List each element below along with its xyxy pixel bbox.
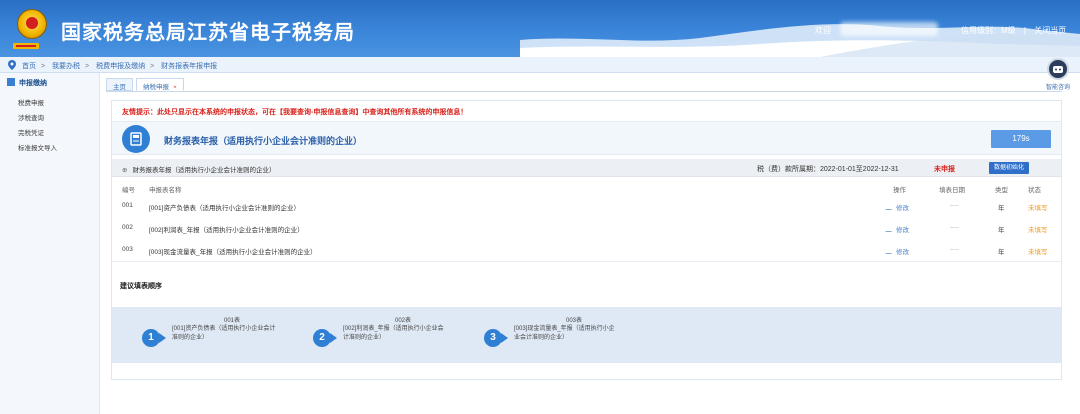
col-header-date: 填表日期 bbox=[939, 187, 965, 194]
col-header-name: 申报表名称 bbox=[149, 187, 182, 194]
tab-underline bbox=[106, 91, 1062, 92]
site-title: 国家税务总局江苏省电子税务局 bbox=[61, 22, 355, 44]
step-text: [002]利润表_年报（适用执行小企业会计准则的企业） bbox=[343, 326, 444, 341]
data-init-button[interactable]: 数据初始化 bbox=[989, 162, 1029, 174]
sidebar-item-tax-certificate[interactable]: 完税凭证 bbox=[18, 127, 44, 137]
arrow-right-icon bbox=[501, 333, 508, 343]
col-header-status: 状态 bbox=[1028, 187, 1041, 194]
edit-icon bbox=[885, 248, 895, 254]
row-form-name[interactable]: [002]利润表_年报（适用执行小企业会计准则的企业） bbox=[149, 224, 304, 234]
row-form-name[interactable]: [001]资产负债表（适用执行小企业会计准则的企业） bbox=[149, 202, 300, 212]
link-separator: | bbox=[1023, 26, 1026, 35]
section-name[interactable]: ⊕ 财务报表年报（适用执行小企业会计准则的企业） bbox=[122, 164, 275, 174]
calculator-icon bbox=[122, 125, 150, 153]
order-step[interactable]: 1 001表 [001]资产负债表（适用执行小企业会计准则的企业） bbox=[142, 307, 312, 363]
location-pin-icon bbox=[8, 60, 16, 70]
section-divider bbox=[112, 261, 1061, 262]
breadcrumb-home[interactable]: 首页 bbox=[22, 63, 36, 70]
step-code: 003表 bbox=[565, 318, 582, 324]
sidebar-heading[interactable]: 申报缴纳 bbox=[7, 78, 47, 88]
step-number: 1 bbox=[142, 329, 160, 347]
breadcrumb-tax-handling[interactable]: 我要办税 bbox=[52, 63, 80, 70]
close-tab-icon[interactable]: × bbox=[173, 84, 177, 91]
fill-order-band: 1 001表 [001]资产负债表（适用执行小企业会计准则的企业） 2 002表… bbox=[112, 307, 1061, 363]
arrow-right-icon bbox=[159, 333, 166, 343]
row-date: ---- bbox=[950, 202, 959, 209]
notice-banner: 友情提示：此处只显示在本系统的申报状态，可在【我要查询-申报信息查询】中查询其他… bbox=[122, 109, 468, 116]
row-date: ---- bbox=[950, 224, 959, 231]
table-row: 003 [003]现金流量表_年报（适用执行小企业会计准则的企业） 修改 ---… bbox=[112, 240, 1061, 262]
edit-icon bbox=[885, 204, 895, 210]
step-number: 2 bbox=[313, 329, 331, 347]
tax-period: 税（费）款所属期：2022-01-01至2022-12-31 bbox=[757, 166, 899, 173]
breadcrumb-tax-filing[interactable]: 税费申报及缴纳 bbox=[96, 63, 145, 70]
edit-icon bbox=[885, 226, 895, 232]
report-status: 未申报 bbox=[934, 166, 955, 173]
edit-button[interactable]: 修改 bbox=[885, 224, 909, 234]
countdown-timer: 179s bbox=[991, 130, 1051, 148]
smart-consult-label: 智能咨询 bbox=[1045, 85, 1070, 91]
edit-button[interactable]: 修改 bbox=[885, 246, 909, 256]
breadcrumb: 首页 > 我要办税 > 税费申报及缴纳 > 财务报表年报申报 bbox=[22, 63, 218, 70]
sidebar-item-tax-filing[interactable]: 税费申报 bbox=[18, 97, 44, 107]
sidebar: 申报缴纳 税费申报 涉税查询 完税凭证 标准报文导入 bbox=[0, 73, 100, 414]
row-no: 003 bbox=[122, 246, 133, 253]
row-type: 年 bbox=[998, 227, 1005, 234]
step-number: 3 bbox=[484, 329, 502, 347]
col-header-no: 编号 bbox=[122, 187, 135, 194]
site-header: 国家税务总局江苏省电子税务局 欢迎 信用级别：M级 | 关闭当页 bbox=[0, 0, 1080, 57]
tab-tax-filing[interactable]: 纳税申报 × bbox=[136, 78, 184, 91]
row-date: ---- bbox=[950, 246, 959, 253]
robot-icon bbox=[1047, 58, 1069, 80]
table-row: 002 [002]利润表_年报（适用执行小企业会计准则的企业） 修改 ---- … bbox=[112, 218, 1061, 240]
section-bar: ⊕ 财务报表年报（适用执行小企业会计准则的企业） 税（费）款所属期：2022-01… bbox=[112, 159, 1061, 177]
welcome-text: 欢迎 bbox=[815, 26, 831, 35]
step-code: 002表 bbox=[394, 318, 411, 324]
row-status: 未填写 bbox=[1028, 249, 1048, 256]
row-status: 未填写 bbox=[1028, 205, 1048, 212]
row-no: 002 bbox=[122, 224, 133, 231]
row-form-name[interactable]: [003]现金流量表_年报（适用执行小企业会计准则的企业） bbox=[149, 246, 317, 256]
user-name-redacted bbox=[840, 22, 938, 36]
step-code: 001表 bbox=[223, 318, 240, 324]
tab-home[interactable]: 主页 bbox=[106, 78, 133, 91]
row-no: 001 bbox=[122, 202, 133, 209]
menu-icon bbox=[7, 78, 15, 86]
close-page-link[interactable]: 关闭当页 bbox=[1034, 26, 1066, 35]
col-header-op: 操作 bbox=[893, 187, 906, 194]
breadcrumb-annual-report[interactable]: 财务报表年报申报 bbox=[161, 63, 217, 70]
table-row: 001 [001]资产负债表（适用执行小企业会计准则的企业） 修改 ---- 年… bbox=[112, 196, 1061, 218]
row-type: 年 bbox=[998, 249, 1005, 256]
smart-consult-button[interactable]: 智能咨询 bbox=[1043, 58, 1073, 98]
user-links: 信用级别：M级 | 关闭当页 bbox=[958, 25, 1069, 36]
row-type: 年 bbox=[998, 205, 1005, 212]
arrow-right-icon bbox=[330, 333, 337, 343]
suggest-order-title: 建议填表顺序 bbox=[120, 283, 162, 290]
edit-button[interactable]: 修改 bbox=[885, 202, 909, 212]
col-header-type: 类型 bbox=[995, 187, 1008, 194]
row-status: 未填写 bbox=[1028, 227, 1048, 234]
main-panel: 友情提示：此处只显示在本系统的申报状态，可在【我要查询-申报信息查询】中查询其他… bbox=[111, 100, 1062, 380]
step-text: [001]资产负债表（适用执行小企业会计准则的企业） bbox=[172, 326, 276, 341]
credit-level: 信用级别：M级 bbox=[961, 26, 1016, 35]
expand-icon[interactable]: ⊕ bbox=[122, 167, 127, 174]
tax-logo-icon bbox=[13, 43, 39, 49]
national-emblem-icon bbox=[17, 9, 47, 39]
form-header: 财务报表年报（适用执行小企业会计准则的企业） 179s bbox=[112, 121, 1061, 155]
order-step[interactable]: 3 003表 [003]现金流量表_年报（适用执行小企业会计准则的企业） bbox=[484, 307, 654, 363]
order-step[interactable]: 2 002表 [002]利润表_年报（适用执行小企业会计准则的企业） bbox=[313, 307, 483, 363]
form-title: 财务报表年报（适用执行小企业会计准则的企业） bbox=[164, 136, 363, 146]
sidebar-item-message-import[interactable]: 标准报文导入 bbox=[18, 142, 57, 152]
breadcrumb-bar: 首页 > 我要办税 > 税费申报及缴纳 > 财务报表年报申报 bbox=[0, 57, 1080, 73]
step-text: [003]现金流量表_年报（适用执行小企业会计准则的企业） bbox=[514, 326, 615, 341]
sidebar-item-tax-query[interactable]: 涉税查询 bbox=[18, 112, 44, 122]
